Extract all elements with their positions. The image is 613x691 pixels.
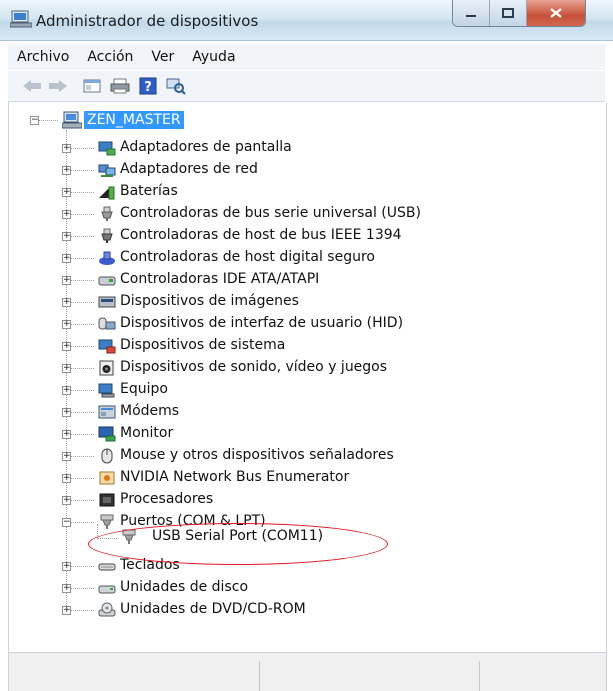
expand-toggle[interactable]: + [62, 474, 71, 483]
category-label[interactable]: Dispositivos de sonido, vídeo y juegos [120, 359, 387, 375]
network-adapter-icon [98, 164, 116, 177]
category-label[interactable]: Unidades de disco [120, 579, 248, 595]
console-tree-icon [83, 79, 101, 93]
expand-toggle[interactable]: + [62, 298, 71, 307]
expand-toggle[interactable]: + [62, 320, 71, 329]
category-label[interactable]: NVIDIA Network Bus Enumerator [120, 469, 349, 485]
title-bar: Administrador de dispositivos [0, 0, 613, 41]
battery-icon [99, 186, 115, 200]
category-label[interactable]: Módems [120, 403, 179, 419]
category-label[interactable]: Controladoras de host digital seguro [120, 249, 375, 265]
tree-connector [39, 120, 58, 121]
back-arrow-icon [23, 80, 41, 92]
scan-hardware-icon [166, 78, 186, 95]
system-device-icon [98, 339, 116, 354]
ide-controller-icon [98, 276, 116, 286]
menu-archivo[interactable]: Archivo [8, 49, 78, 65]
expand-toggle[interactable]: + [62, 430, 71, 439]
hid-icon [98, 317, 116, 330]
mouse-icon [101, 448, 113, 464]
category-label[interactable]: Adaptadores de red [120, 161, 258, 177]
print-button[interactable] [110, 76, 130, 96]
show-hide-console-tree-button[interactable] [82, 76, 102, 96]
help-icon: ? [139, 77, 157, 95]
help-button[interactable]: ? [138, 76, 158, 96]
keyboard-icon [98, 563, 116, 571]
minimize-button[interactable] [453, 0, 490, 26]
category-label[interactable]: Controladoras de bus serie universal (US… [120, 205, 421, 221]
category-label[interactable]: Dispositivos de sistema [120, 337, 285, 353]
status-separator [479, 661, 480, 691]
menu-bar: Archivo Acción Ver Ayuda [8, 44, 605, 70]
back-button[interactable] [22, 76, 42, 96]
monitor-icon [98, 426, 116, 442]
minimize-icon [466, 15, 476, 17]
category-label[interactable]: Controladoras de host de bus IEEE 1394 [120, 227, 402, 243]
caption-buttons [452, 0, 586, 27]
modem-icon [98, 405, 116, 419]
status-bar [8, 652, 607, 691]
category-label[interactable]: Unidades de DVD/CD-ROM [120, 601, 306, 617]
root-collapse-toggle[interactable]: − [30, 116, 39, 125]
printer-icon [110, 78, 130, 94]
category-label[interactable]: Controladoras IDE ATA/ATAPI [120, 271, 319, 287]
maximize-icon [502, 8, 514, 18]
menu-ayuda[interactable]: Ayuda [183, 49, 244, 65]
menu-ver[interactable]: Ver [142, 49, 183, 65]
expand-toggle[interactable]: + [62, 364, 71, 373]
highlight-ellipse [88, 523, 388, 565]
expand-toggle[interactable]: + [62, 210, 71, 219]
computer-icon [62, 111, 82, 129]
expand-toggle[interactable]: + [62, 452, 71, 461]
expand-toggle[interactable]: + [62, 606, 71, 615]
status-separator [259, 661, 260, 691]
expand-toggle[interactable]: + [62, 584, 71, 593]
disk-drive-icon [98, 585, 116, 594]
category-label[interactable]: Monitor [120, 425, 173, 441]
close-icon [550, 8, 562, 18]
ieee1394-icon [101, 228, 113, 243]
device-manager-icon [10, 10, 32, 28]
category-label[interactable]: Procesadores [120, 491, 213, 507]
expand-toggle[interactable]: + [62, 166, 71, 175]
svg-text:?: ? [144, 80, 152, 95]
expand-toggle[interactable]: + [62, 144, 71, 153]
collapse-toggle[interactable]: − [62, 518, 71, 527]
maximize-button[interactable] [490, 0, 527, 26]
category-label[interactable]: Mouse y otros dispositivos señaladores [120, 447, 394, 463]
expand-toggle[interactable]: + [62, 408, 71, 417]
expand-toggle[interactable]: + [62, 342, 71, 351]
expand-toggle[interactable]: + [62, 276, 71, 285]
expand-toggle[interactable]: + [62, 562, 71, 571]
toolbar: ? [8, 71, 605, 102]
category-label[interactable]: Adaptadores de pantalla [120, 139, 292, 155]
close-button[interactable] [527, 0, 585, 26]
category-label[interactable]: Equipo [120, 381, 168, 397]
display-adapter-icon [98, 141, 116, 156]
window-title: Administrador de dispositivos [36, 12, 259, 30]
root-node-label[interactable]: ZEN_MASTER [84, 111, 184, 129]
expand-toggle[interactable]: + [62, 386, 71, 395]
expand-toggle[interactable]: + [62, 254, 71, 263]
processor-icon [99, 493, 115, 507]
forward-arrow-icon [49, 80, 67, 92]
nvidia-bus-icon [99, 471, 115, 485]
dvd-drive-icon [98, 602, 116, 617]
forward-button[interactable] [48, 76, 68, 96]
sound-icon [99, 360, 114, 376]
menu-accion[interactable]: Acción [78, 49, 142, 65]
sd-host-icon [99, 251, 115, 265]
category-label[interactable]: Dispositivos de imágenes [120, 293, 299, 309]
scan-hardware-button[interactable] [166, 76, 186, 96]
port-icon [100, 514, 114, 529]
expand-toggle[interactable]: + [62, 496, 71, 505]
computer-icon [98, 383, 115, 398]
usb-icon [101, 206, 113, 221]
expand-toggle[interactable]: + [62, 188, 71, 197]
category-label[interactable]: Baterías [120, 183, 178, 199]
category-label[interactable]: Dispositivos de interfaz de usuario (HID… [120, 315, 403, 331]
imaging-device-icon [98, 296, 116, 308]
expand-toggle[interactable]: + [62, 232, 71, 241]
